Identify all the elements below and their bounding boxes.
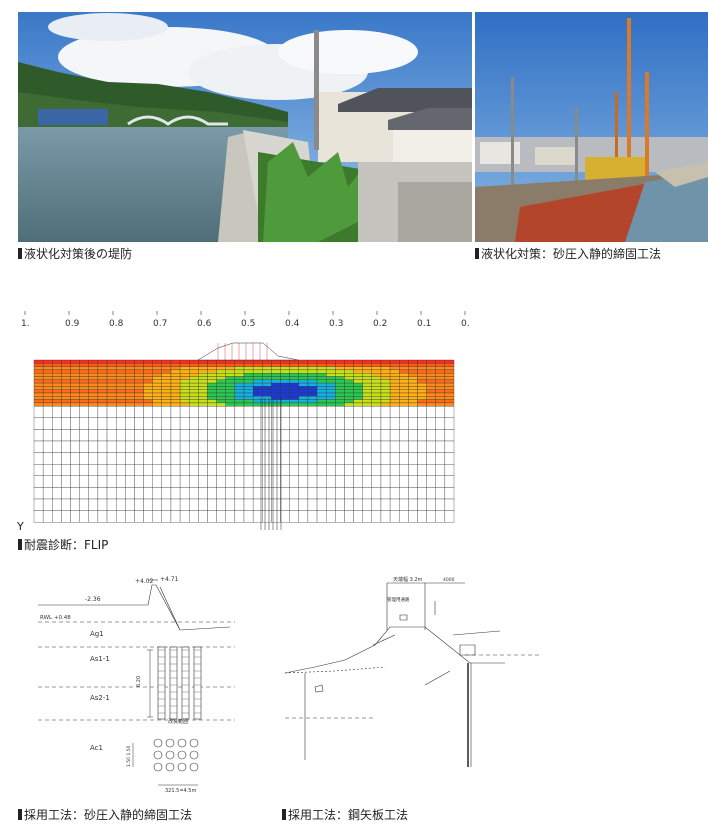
elev-label-3: -2.36 bbox=[85, 596, 101, 603]
color-tick-label: 0.3 bbox=[329, 319, 343, 329]
caption-sand-compaction-method: 採用工法：砂圧入静的締固工法 bbox=[18, 808, 192, 822]
color-tick-label: 0.6 bbox=[197, 319, 212, 329]
elev-label-1: +4.02 bbox=[135, 578, 154, 585]
caption-flip: 耐震診断：FLIP bbox=[18, 538, 108, 552]
width-label: 321.5=4.5m bbox=[165, 788, 196, 794]
color-tick-label: 0.4 bbox=[285, 319, 300, 329]
color-scale-legend: 1. 0.9 0.8 0.7 0.6 0.5 0.4 0.3 0.2 0.1 0. bbox=[20, 295, 470, 331]
width-dim-label: 4000 bbox=[443, 577, 455, 583]
photo-embankment bbox=[18, 12, 472, 242]
top-width-label: 天端幅 3.2m bbox=[393, 576, 423, 583]
color-tick-label: 0.9 bbox=[65, 319, 80, 329]
color-tick-label: 0.7 bbox=[153, 319, 167, 329]
flip-mesh-figure bbox=[18, 338, 458, 533]
road-label: 管理用通路 bbox=[387, 596, 410, 603]
depth-label: 6.20 bbox=[136, 676, 142, 687]
caption-steel-sheet-pile: 採用工法：鋼矢板工法 bbox=[282, 808, 408, 822]
layer-ag1: Ag1 bbox=[90, 630, 104, 638]
color-tick-label: 0.1 bbox=[417, 319, 431, 329]
color-tick-label: 1. bbox=[21, 319, 30, 329]
caption-embankment: 液状化対策後の堤防 bbox=[18, 247, 132, 261]
layer-as1: As1-1 bbox=[90, 655, 110, 663]
color-tick-label: 0.2 bbox=[373, 319, 387, 329]
caption-sand-compaction-photo: 液状化対策：砂圧入静的締固工法 bbox=[475, 247, 661, 261]
photo-sand-compaction-site bbox=[475, 12, 708, 242]
drawing-steel-sheet-pile: 天端幅 3.2m 管理用通路 4000 bbox=[275, 575, 550, 775]
pitch-label: 1.50 1.50 bbox=[126, 745, 132, 767]
color-tick-label: 0.5 bbox=[241, 319, 255, 329]
elev-label-2: +4.71 bbox=[160, 576, 179, 583]
color-tick-label: 0. bbox=[461, 319, 470, 329]
axis-mark: Y bbox=[17, 520, 24, 533]
rwl-label: RWL +0.48 bbox=[40, 615, 71, 621]
range-label: 改良範囲 bbox=[168, 718, 188, 725]
drawing-sand-compaction: +4.02 +4.71 -2.36 RWL +0.48 Ag1 As1-1 As… bbox=[30, 575, 245, 795]
color-tick-label: 0.8 bbox=[109, 319, 124, 329]
layer-as2: As2-1 bbox=[90, 694, 110, 702]
layer-ac1: Ac1 bbox=[90, 744, 103, 752]
